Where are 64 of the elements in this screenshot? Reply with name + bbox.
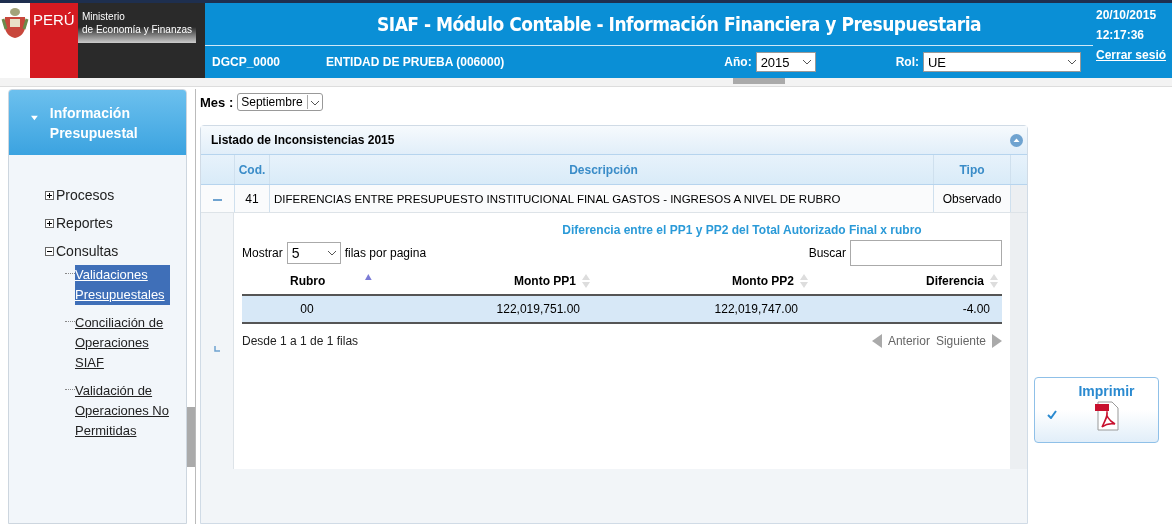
tree-toggle-icon[interactable]: [45, 190, 54, 200]
previous-link[interactable]: Anterior: [887, 334, 930, 348]
month-select[interactable]: Septiembre: [237, 93, 323, 111]
tree-link[interactable]: Conciliación de Operaciones SIAF: [75, 313, 170, 373]
scrollbar-thumb[interactable]: [187, 407, 195, 467]
year-select[interactable]: 2015: [755, 52, 816, 72]
collapse-icon[interactable]: [1010, 133, 1023, 147]
tree-item[interactable]: Reportes: [56, 215, 113, 231]
next-arrow-icon[interactable]: [992, 334, 1002, 348]
sort-icon[interactable]: [990, 273, 998, 289]
peru-logo-text: PERÚ: [30, 3, 78, 78]
role-select[interactable]: UE: [922, 52, 1081, 72]
table-row[interactable]: 00 122,019,751.00 122,019,747.00 -4.00: [242, 296, 1002, 324]
search-label: Buscar: [808, 246, 846, 260]
print-button[interactable]: Imprimir: [1034, 377, 1159, 443]
year-label: Año:: [724, 55, 752, 69]
column-header[interactable]: Rubro: [290, 274, 326, 288]
caret-icon: [31, 115, 38, 121]
app-title: SIAF - Módulo Contable - Información Financiera y Presupuestaria: [376, 13, 982, 35]
table-cell: -4.00: [962, 302, 990, 316]
page-size-select[interactable]: 5: [286, 242, 341, 264]
per-page-label: filas por pagina: [344, 246, 427, 260]
sort-icon[interactable]: [582, 273, 590, 289]
tree-link[interactable]: Validaciones Presupuestales: [75, 265, 170, 305]
show-label: Mostrar: [242, 246, 283, 260]
logout-link[interactable]: Cerrar sesió: [1096, 48, 1172, 62]
panel-title: Listado de Inconsistencias 2015: [211, 133, 395, 147]
month-label: Mes :: [200, 94, 234, 110]
tree-toggle-icon[interactable]: [45, 246, 54, 256]
coat-of-arms-icon: [1, 7, 29, 39]
search-field[interactable]: [850, 240, 1002, 266]
tree-item[interactable]: Procesos: [56, 187, 115, 203]
column-header[interactable]: Diferencia: [925, 274, 984, 288]
chevron-down-icon: [1067, 59, 1076, 65]
role-label: Rol:: [895, 55, 919, 69]
ministry-name: Ministerio: [82, 10, 126, 23]
sort-ascending-icon[interactable]: [365, 273, 372, 281]
column-header[interactable]: Monto PP1: [514, 274, 576, 288]
chevron-down-icon: [327, 250, 336, 256]
pagination-info: Desde 1 a 1 de 1 filas: [242, 334, 359, 348]
table-cell: 41: [234, 185, 269, 212]
next-link[interactable]: Siguiente: [935, 334, 986, 348]
scrollbar-thumb[interactable]: [733, 78, 785, 84]
entity-name: ENTIDAD DE PRUEBA (006000): [326, 55, 505, 69]
subgrid-icon: [214, 346, 220, 352]
table-cell: 122,019,751.00: [496, 302, 580, 316]
user-code: DGCP_0000: [212, 55, 281, 69]
table-cell: 00: [300, 302, 314, 316]
ministry-name: de Economía y Finanzas: [82, 23, 193, 36]
detail-title: Diferencia entre el PP1 y PP2 del Total Autorizado Final x rubro: [561, 223, 923, 237]
previous-arrow-icon[interactable]: [871, 334, 882, 348]
column-header[interactable]: Monto PP2: [732, 274, 794, 288]
tree-toggle-icon[interactable]: [45, 218, 54, 228]
tree-link[interactable]: Validación de Operaciones No Permitidas: [75, 381, 170, 441]
time-text: 12:17:36: [1096, 28, 1146, 42]
pdf-file-icon: [1094, 401, 1119, 431]
date-text: 20/10/2015: [1096, 8, 1158, 22]
chevron-down-icon: [802, 59, 811, 65]
check-icon: [1047, 410, 1057, 419]
chevron-down-icon: [310, 101, 319, 106]
sort-icon[interactable]: [800, 273, 808, 289]
table-cell: DIFERENCIAS ENTRE PRESUPUESTO INSTITUCIONAL FINAL GASTOS - INGRESOS A NIVEL DE RUBRO: [269, 185, 933, 212]
tree-item[interactable]: Consultas: [56, 243, 119, 259]
table-cell: 122,019,747.00: [714, 302, 798, 316]
